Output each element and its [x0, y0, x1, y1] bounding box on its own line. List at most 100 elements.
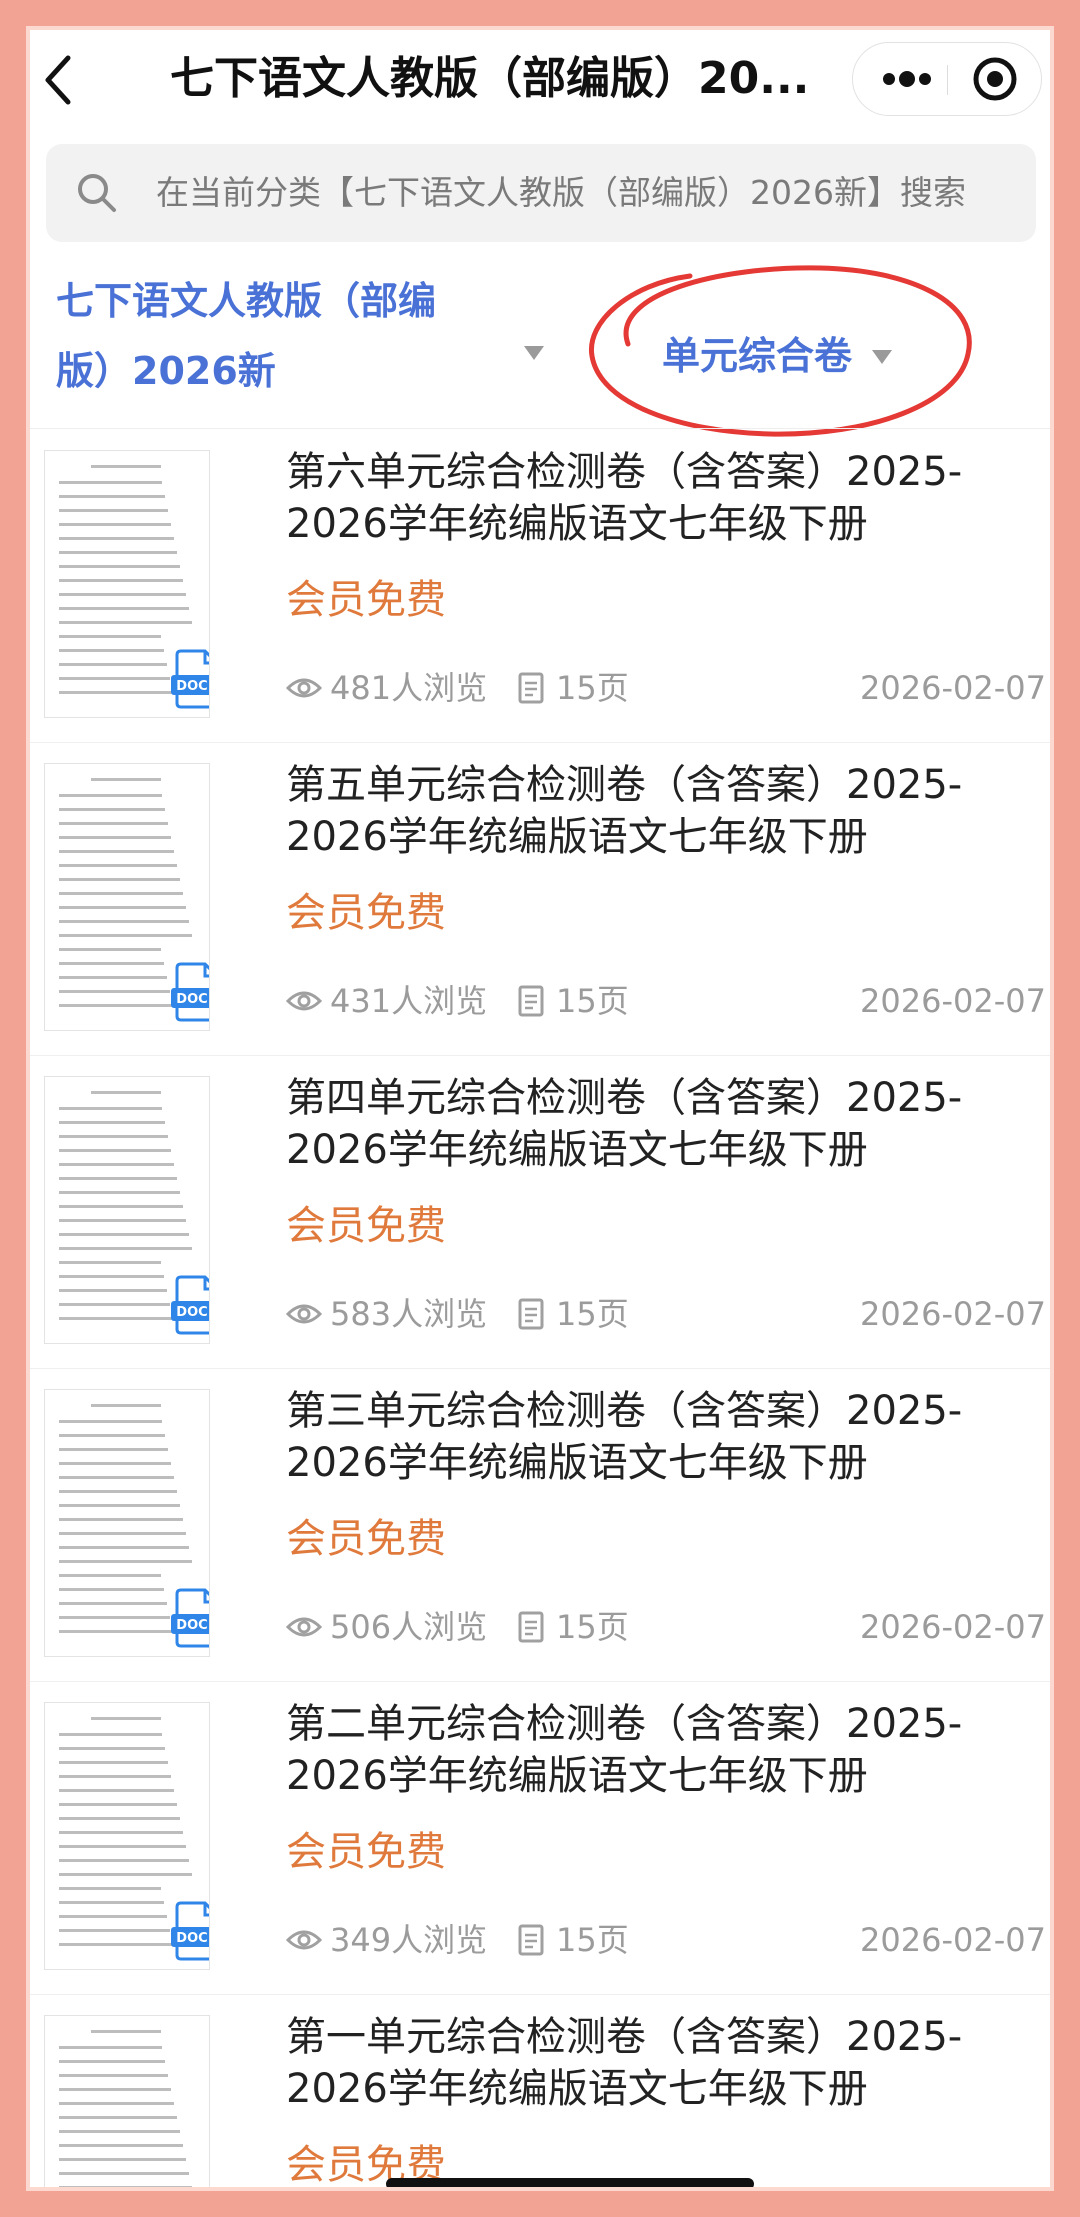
- list-item[interactable]: DOC 第三单元综合检测卷（含答案）2025-2026学年统编版语文七年级下册会员…: [30, 1369, 1050, 1682]
- document-meta: 349人浏览 15页 2026-02-07: [286, 1918, 1046, 1962]
- eye-icon: [286, 1930, 322, 1950]
- thumbnail-text-line: [59, 836, 171, 839]
- search-bar[interactable]: 在当前分类【七下语文人教版（部编版）2026新】搜索: [46, 144, 1036, 242]
- view-count: 349人浏览: [330, 1921, 488, 1959]
- thumbnail-text-line: [59, 2172, 189, 2175]
- doc-file-icon: DOC: [171, 1588, 209, 1648]
- list-item[interactable]: DOC 第五单元综合检测卷（含答案）2025-2026学年统编版语文七年级下册 会员…: [30, 743, 1050, 1056]
- page-title: 七下语文人教版（部编版）20...: [170, 53, 810, 104]
- thumbnail-text-line: [59, 1289, 167, 1292]
- document-thumbnail[interactable]: DOC: [44, 763, 210, 1031]
- thumbnail-text-line: [59, 1630, 173, 1633]
- thumbnail-text-line: [59, 1560, 192, 1563]
- thumbnail-text-line: [59, 1434, 165, 1437]
- page-count: 15页: [556, 1608, 629, 1646]
- thumbnail-text-line: [59, 948, 161, 951]
- more-dots-icon[interactable]: [867, 43, 947, 115]
- member-free-label: 会员免费: [286, 1203, 446, 1249]
- target-close-icon[interactable]: [959, 43, 1031, 115]
- thumbnail-text-line: [59, 1233, 189, 1236]
- document-thumbnail[interactable]: DOC: [44, 1076, 210, 1344]
- category-filter-line2: 版）2026新: [56, 349, 276, 393]
- doc-file-icon: DOC: [171, 1275, 209, 1335]
- document-meta: 583人浏览 15页 2026-02-07: [286, 1292, 1046, 1336]
- home-indicator[interactable]: [386, 2178, 754, 2187]
- list-item[interactable]: DOC 第六单元综合检测卷（含答案）2025-2026学年统编版语文七年级下册会员…: [30, 430, 1050, 743]
- thumbnail-text-line: [91, 1404, 161, 1407]
- thumbnail-text-line: [59, 920, 189, 923]
- thumbnail-text-line: [59, 892, 183, 895]
- thumbnail-text-line: [59, 635, 161, 638]
- thumbnail-text-line: [59, 565, 180, 568]
- search-icon: [78, 174, 116, 212]
- thumbnail-text-line: [59, 593, 186, 596]
- thumbnail-text-line: [59, 1205, 183, 1208]
- thumbnail-text-line: [59, 551, 177, 554]
- thumbnail-text-line: [59, 607, 189, 610]
- thumbnail-text-line: [59, 509, 168, 512]
- document-thumbnail[interactable]: DOC: [44, 450, 210, 718]
- list-item[interactable]: DOC 第四单元综合检测卷（含答案）2025-2026学年统编版语文七年级下册会员…: [30, 1056, 1050, 1369]
- thumbnail-text-line: [59, 1303, 170, 1306]
- thumbnail-text-line: [59, 1317, 173, 1320]
- filter-bar: 七下语文人教版（部编 版）2026新 单元综合卷: [30, 256, 1050, 437]
- document-title[interactable]: 第二单元综合检测卷（含答案）2025-2026学年统编版语文七年级下册: [286, 1698, 1046, 1802]
- thumbnail-text-line: [59, 1733, 162, 1736]
- category-filter[interactable]: 七下语文人教版（部编 版）2026新: [56, 266, 476, 406]
- document-thumbnail[interactable]: DOC: [44, 1702, 210, 1970]
- thumbnail-text-line: [59, 1915, 167, 1918]
- thumbnail-text-line: [59, 1602, 167, 1605]
- thumbnail-text-line: [59, 850, 174, 853]
- thumbnail-text-line: [59, 523, 171, 526]
- thumbnail-text-line: [59, 2060, 165, 2063]
- thumbnail-text-line: [59, 1448, 168, 1451]
- view-count: 481人浏览: [330, 669, 488, 707]
- caret-down-icon[interactable]: [524, 346, 544, 360]
- thumbnail-text-line: [59, 481, 162, 484]
- document-list: DOC 第六单元综合检测卷（含答案）2025-2026学年统编版语文七年级下册会员…: [30, 430, 1050, 2187]
- chevron-left-icon[interactable]: [40, 50, 80, 110]
- app-screen: 七下语文人教版（部编版）20... 在当前分类【七下语文人教版（部编版）2026…: [30, 30, 1050, 2187]
- member-free-label: 会员免费: [286, 577, 446, 623]
- thumbnail-text-line: [59, 1803, 177, 1806]
- member-free-label: 会员免费: [286, 1516, 446, 1562]
- thumbnail-text-line: [91, 1091, 161, 1094]
- thumbnail-text-line: [59, 1004, 173, 1007]
- thumbnail-text-line: [59, 1219, 186, 1222]
- thumbnail-text-line: [59, 2088, 171, 2091]
- thumbnail-text-line: [59, 1149, 171, 1152]
- document-thumbnail[interactable]: DOC: [44, 2015, 210, 2187]
- thumbnail-text-line: [59, 2116, 177, 2119]
- page-icon: [518, 1611, 544, 1643]
- doc-badge-label: DOC: [176, 1618, 207, 1633]
- thumbnail-text-line: [59, 2158, 186, 2161]
- list-item[interactable]: DOC第一单元综合检测卷（含答案）2025-2026学年统编版语文七年级下册会员…: [30, 1995, 1050, 2187]
- document-title[interactable]: 第六单元综合检测卷（含答案）2025-2026学年统编版语文七年级下册: [286, 446, 1046, 550]
- thumbnail-text-line: [59, 1518, 183, 1521]
- list-item[interactable]: DOC 第二单元综合检测卷（含答案）2025-2026学年统编版语文七年级下册 会员…: [30, 1682, 1050, 1995]
- document-title[interactable]: 第一单元综合检测卷（含答案）2025-2026学年统编版语文七年级下册: [286, 2011, 1046, 2115]
- thumbnail-text-line: [59, 990, 170, 993]
- document-title[interactable]: 第三单元综合检测卷（含答案）2025-2026学年统编版语文七年级下册: [286, 1385, 1046, 1489]
- thumbnail-text-line: [59, 1789, 174, 1792]
- thumbnail-text-line: [59, 1943, 173, 1946]
- thumbnail-text-line: [59, 1873, 192, 1876]
- view-count: 431人浏览: [330, 982, 488, 1020]
- thumbnail-text-line: [59, 1261, 161, 1264]
- publish-date: 2026-02-07: [860, 982, 1046, 1020]
- document-thumbnail[interactable]: DOC: [44, 1389, 210, 1657]
- thumbnail-text-line: [59, 1163, 174, 1166]
- publish-date: 2026-02-07: [860, 1921, 1046, 1959]
- thumbnail-text-line: [59, 794, 162, 797]
- publish-date: 2026-02-07: [860, 1295, 1046, 1333]
- thumbnail-text-line: [59, 822, 168, 825]
- thumbnail-text-line: [59, 1135, 168, 1138]
- document-title[interactable]: 第五单元综合检测卷（含答案）2025-2026学年统编版语文七年级下册: [286, 759, 1046, 863]
- document-title[interactable]: 第四单元综合检测卷（含答案）2025-2026学年统编版语文七年级下册: [286, 1072, 1046, 1176]
- search-placeholder: 在当前分类【七下语文人教版（部编版）2026新】搜索: [156, 173, 966, 212]
- thumbnail-text-line: [59, 1817, 180, 1820]
- thumbnail-text-line: [59, 1177, 177, 1180]
- thumbnail-text-line: [59, 1107, 162, 1110]
- thumbnail-text-line: [59, 1546, 189, 1549]
- thumbnail-text-line: [59, 878, 180, 881]
